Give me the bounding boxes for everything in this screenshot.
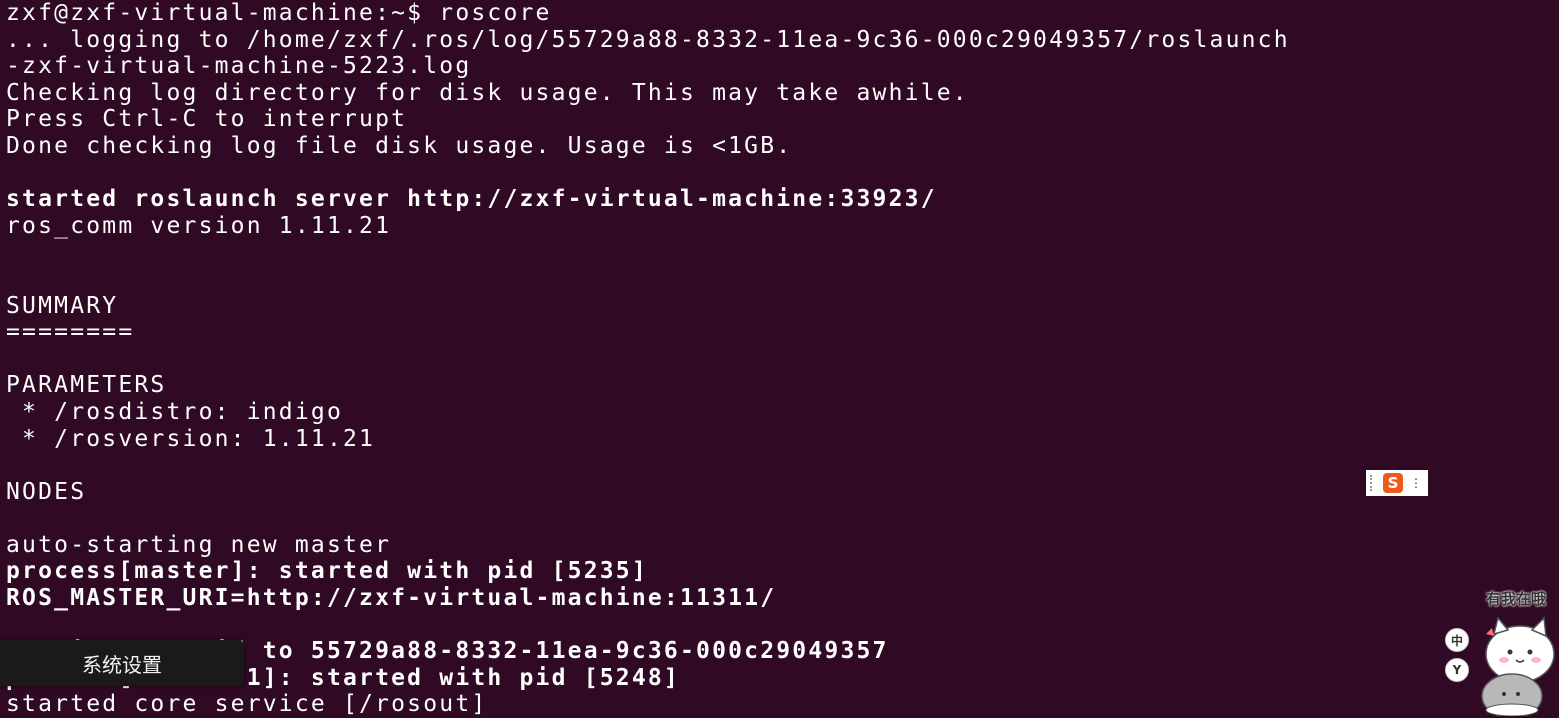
terminal-left-edge [0, 228, 3, 268]
terminal-window[interactable]: zxf@zxf-virtual-machine:~$ roscore... lo… [0, 0, 1559, 718]
terminal-line: * /rosversion: 1.11.21 [6, 425, 376, 452]
terminal-line: PARAMETERS [6, 372, 167, 399]
widget-tool-button[interactable]: Y [1445, 658, 1469, 682]
terminal-line: NODES [6, 478, 87, 505]
terminal-line: Press Ctrl-C to interrupt [6, 106, 408, 133]
terminal-line: -zxf-virtual-machine-5223.log [6, 53, 472, 80]
terminal-line: * /rosdistro: indigo [6, 398, 343, 425]
terminal-line: ros_comm version 1.11.21 [6, 212, 392, 239]
tooltip-label: 系统设置 [82, 652, 162, 677]
terminal-line: auto-starting new master [6, 531, 392, 558]
terminal-line: zxf@zxf-virtual-machine:~$ roscore [6, 0, 552, 26]
terminal-line: ... logging to /home/zxf/.ros/log/55729a… [6, 26, 1290, 53]
widget-chinese-mode-button[interactable]: 中 [1445, 628, 1469, 652]
cat-mascot-icon[interactable] [1472, 604, 1559, 716]
terminal-line: SUMMARY [6, 292, 119, 319]
terminal-output: zxf@zxf-virtual-machine:~$ roscore... lo… [6, 0, 1559, 718]
terminal-line: ======== [6, 319, 135, 346]
more-options-icon[interactable]: ⋮ [1410, 477, 1422, 489]
terminal-line: started roslaunch server http://zxf-virt… [6, 186, 937, 213]
terminal-line: started core service [/rosout] [6, 691, 488, 718]
terminal-line: ROS_MASTER_URI=http://zxf-virtual-machin… [6, 585, 777, 612]
sogou-ime-icon[interactable]: S [1383, 473, 1403, 493]
system-settings-tooltip: 系统设置 [0, 640, 244, 686]
ime-toolbar[interactable]: S ⋮ [1366, 470, 1428, 496]
floating-mascot-widget[interactable]: 有我在哦 中 Y [1440, 584, 1559, 716]
terminal-line: Done checking log file disk usage. Usage… [6, 132, 793, 159]
terminal-line: Checking log directory for disk usage. T… [6, 79, 969, 106]
terminal-line: process[master]: started with pid [5235] [6, 558, 648, 585]
drag-handle-icon[interactable] [1370, 475, 1376, 491]
